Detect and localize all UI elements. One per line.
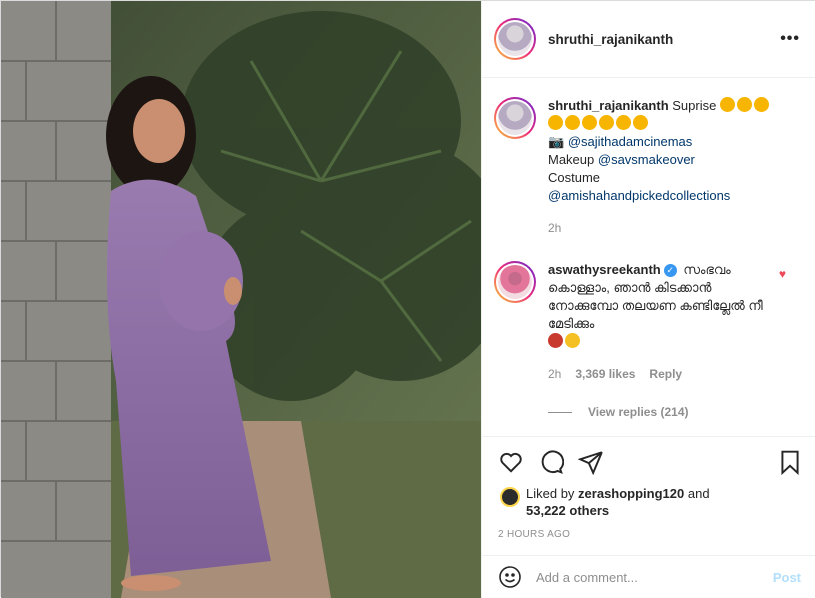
reply-button[interactable]: Reply xyxy=(649,365,682,383)
star-struck-emoji-icon xyxy=(599,115,614,130)
liked-by-user[interactable]: zerashopping120 xyxy=(578,486,684,501)
post-header: shruthi_rajanikanth ••• xyxy=(482,1,815,78)
comment-likes[interactable]: 3,369 likes xyxy=(575,365,635,383)
oops-emoji-icon xyxy=(565,333,580,348)
post-details-panel: shruthi_rajanikanth ••• shruthi_rajanika… xyxy=(481,1,815,598)
caption: shruthi_rajanikanth Suprise 📷 @sajithada… xyxy=(482,79,815,237)
comment-time[interactable]: 2h xyxy=(548,365,561,383)
verified-badge-icon: ✓ xyxy=(663,264,677,278)
replies-divider xyxy=(548,411,572,413)
costume-label: Costume xyxy=(548,170,601,185)
post-actions: Liked by zerashopping120 and 53,222 othe… xyxy=(482,436,815,540)
star-struck-emoji-icon xyxy=(582,115,597,130)
bookmark-icon[interactable] xyxy=(777,449,803,475)
devil-emoji-icon xyxy=(548,333,563,348)
post-photo[interactable] xyxy=(1,1,481,598)
liked-by-prefix: Liked by xyxy=(526,486,579,501)
photo-credit-link[interactable]: @sajithadamcinemas xyxy=(568,134,692,149)
comment-icon[interactable] xyxy=(538,449,564,475)
instagram-post-modal: shruthi_rajanikanth ••• shruthi_rajanika… xyxy=(0,0,815,598)
makeup-credit-link[interactable]: @savsmakeover xyxy=(598,152,695,167)
commenter-avatar[interactable] xyxy=(494,261,536,303)
emoji-picker-icon[interactable] xyxy=(498,565,522,589)
makeup-label: Makeup xyxy=(548,152,598,167)
caption-time[interactable]: 2h xyxy=(548,219,561,237)
comment-liked-heart-icon[interactable]: ♥ xyxy=(779,267,786,281)
caption-text: Suprise xyxy=(672,98,717,113)
star-struck-emoji-icon xyxy=(753,97,769,112)
star-struck-emoji-icon xyxy=(633,115,648,130)
liker-avatar[interactable] xyxy=(500,487,520,507)
author-avatar[interactable] xyxy=(494,18,536,60)
post-timestamp[interactable]: 2 HOURS AGO xyxy=(498,529,803,540)
add-comment-bar: Post xyxy=(482,555,815,598)
post-photo-illustration xyxy=(1,1,481,598)
star-struck-emoji-icon xyxy=(736,97,752,112)
liked-by-others[interactable]: 53,222 others xyxy=(526,503,609,518)
likes-summary: Liked by zerashopping120 and 53,222 othe… xyxy=(498,485,803,519)
caption-username[interactable]: shruthi_rajanikanth xyxy=(548,98,669,113)
camera-emoji-icon: 📷 xyxy=(548,134,568,149)
caption-avatar[interactable] xyxy=(494,97,536,139)
star-struck-emoji-icon xyxy=(565,115,580,130)
star-struck-emoji-icon xyxy=(548,115,563,130)
author-username[interactable]: shruthi_rajanikanth xyxy=(548,32,673,47)
add-comment-input[interactable] xyxy=(536,569,773,585)
costume-credit-link[interactable]: @amishahandpickedcollections xyxy=(548,187,794,205)
comments-section[interactable]: shruthi_rajanikanth Suprise 📷 @sajithada… xyxy=(482,79,815,435)
view-replies-button[interactable]: View replies (214) xyxy=(548,405,815,419)
post-comment-button[interactable]: Post xyxy=(773,570,801,585)
star-struck-emoji-icon xyxy=(719,97,735,112)
heart-icon[interactable] xyxy=(498,449,524,475)
star-struck-emoji-icon xyxy=(616,115,631,130)
share-icon[interactable] xyxy=(578,449,604,475)
liked-by-and: and xyxy=(684,486,710,501)
more-options-icon[interactable]: ••• xyxy=(780,30,800,48)
commenter-username[interactable]: aswathysreekanth xyxy=(548,262,661,277)
view-replies-label[interactable]: View replies (214) xyxy=(588,405,689,419)
comment-item: aswathysreekanth ✓ സംഭവം കൊള്ളാം, ഞാൻ കിട… xyxy=(482,237,815,383)
